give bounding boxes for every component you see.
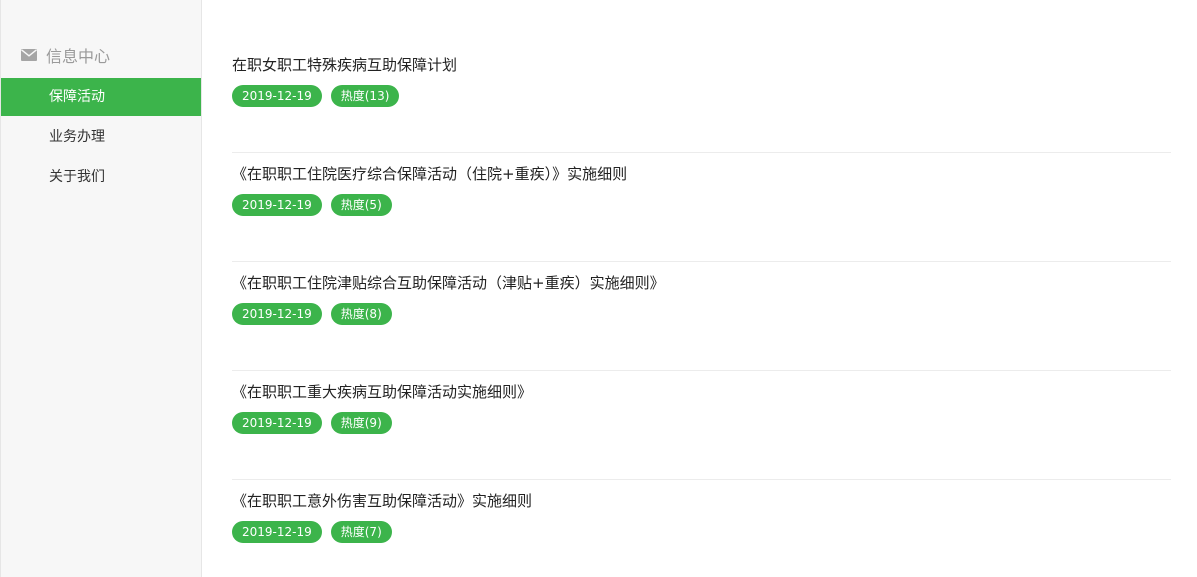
date-badge: 2019-12-19: [232, 412, 322, 434]
article-title-link[interactable]: 《在职职工住院医疗综合保障活动（住院+重疾）》实施细则: [232, 164, 1171, 184]
list-item: 在职女职工特殊疾病互助保障计划 2019-12-19 热度(13): [232, 44, 1171, 153]
sidebar-header: 信息中心: [1, 40, 201, 70]
app: 信息中心 保障活动 业务办理 关于我们 在职女职工特殊疾病互助保障计划 2019…: [0, 0, 1197, 577]
sidebar: 信息中心 保障活动 业务办理 关于我们: [0, 0, 202, 577]
article-tags: 2019-12-19 热度(13): [232, 85, 1171, 107]
heat-badge: 热度(13): [330, 85, 400, 107]
heat-badge: 热度(9): [330, 412, 392, 434]
sidebar-nav: 保障活动 业务办理 关于我们: [1, 78, 201, 196]
article-tags: 2019-12-19 热度(7): [232, 521, 1171, 543]
article-title-link[interactable]: 在职女职工特殊疾病互助保障计划: [232, 55, 1171, 75]
list-item: 《在职职工意外伤害互助保障活动》实施细则 2019-12-19 热度(7): [232, 480, 1171, 577]
sidebar-item-guanyu-women[interactable]: 关于我们: [1, 158, 201, 196]
date-badge: 2019-12-19: [232, 303, 322, 325]
heat-badge: 热度(8): [330, 303, 392, 325]
article-tags: 2019-12-19 热度(9): [232, 412, 1171, 434]
date-badge: 2019-12-19: [232, 194, 322, 216]
list-item: 《在职职工住院津贴综合互助保障活动（津贴+重疾）实施细则》 2019-12-19…: [232, 262, 1171, 371]
sidebar-item-label: 关于我们: [49, 169, 105, 185]
heat-badge: 热度(5): [330, 194, 392, 216]
article-list: 在职女职工特殊疾病互助保障计划 2019-12-19 热度(13) 《在职职工住…: [202, 0, 1197, 577]
article-tags: 2019-12-19 热度(8): [232, 303, 1171, 325]
sidebar-item-yewu-banli[interactable]: 业务办理: [1, 118, 201, 156]
sidebar-item-label: 业务办理: [49, 129, 105, 145]
article-title-link[interactable]: 《在职职工意外伤害互助保障活动》实施细则: [232, 491, 1171, 511]
envelope-icon: [21, 49, 37, 61]
list-item: 《在职职工重大疾病互助保障活动实施细则》 2019-12-19 热度(9): [232, 371, 1171, 480]
date-badge: 2019-12-19: [232, 85, 322, 107]
date-badge: 2019-12-19: [232, 521, 322, 543]
sidebar-item-label: 保障活动: [49, 89, 105, 105]
article-tags: 2019-12-19 热度(5): [232, 194, 1171, 216]
heat-badge: 热度(7): [330, 521, 392, 543]
list-item: 《在职职工住院医疗综合保障活动（住院+重疾）》实施细则 2019-12-19 热…: [232, 153, 1171, 262]
article-title-link[interactable]: 《在职职工住院津贴综合互助保障活动（津贴+重疾）实施细则》: [232, 273, 1171, 293]
sidebar-item-baozhang-huodong[interactable]: 保障活动: [1, 78, 201, 116]
sidebar-header-label: 信息中心: [46, 47, 111, 66]
article-title-link[interactable]: 《在职职工重大疾病互助保障活动实施细则》: [232, 382, 1171, 402]
